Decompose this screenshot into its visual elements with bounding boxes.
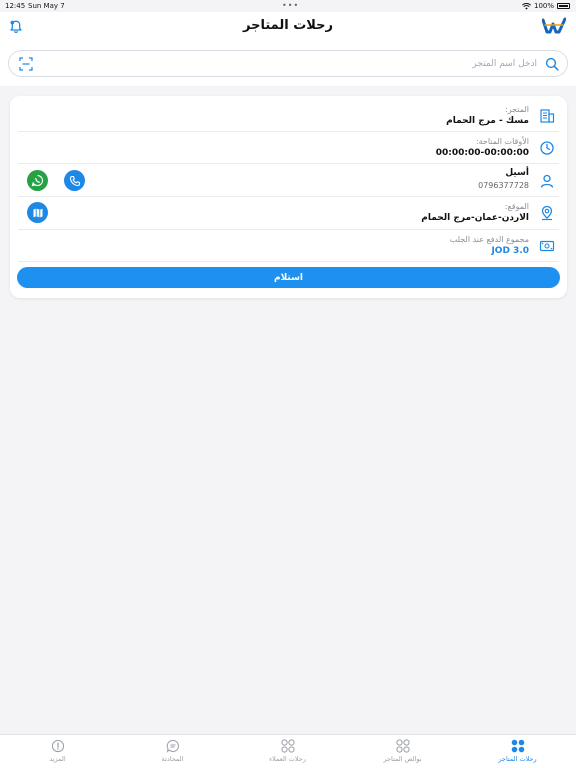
tab-store-bills[interactable]: بوالص المتاجر (345, 738, 460, 766)
search-bar-container (0, 42, 576, 86)
building-icon (540, 109, 555, 123)
times-value: 00:00:00-00:00:00 (435, 148, 529, 158)
payment-row: مجموع الدفع عند الجلب JOD 3.0 (18, 230, 559, 262)
multitask-dots-icon[interactable]: ••• (282, 1, 299, 10)
tab-label: رحلات العملاء (269, 755, 306, 763)
status-date: Sun May 7 (28, 2, 65, 10)
receive-button[interactable]: استلام (17, 267, 560, 288)
contact-row: أسيل 0796377728 (18, 164, 559, 197)
map-icon (33, 208, 42, 217)
status-bar: 12:45 Sun May 7 ••• 100% (0, 0, 576, 12)
tab-chat[interactable]: المحادثة (115, 738, 230, 766)
tab-more[interactable]: المزيد (0, 738, 115, 766)
user-icon (540, 174, 554, 188)
tab-store-trips[interactable]: رحلات المتاجر (460, 738, 575, 766)
tab-label: المزيد (49, 755, 66, 763)
location-label: الموقع: (504, 202, 529, 211)
contact-phone: 0796377728 (478, 181, 529, 190)
status-time: 12:45 (5, 2, 26, 10)
app-header: رحلات المتاجر (0, 12, 576, 42)
chat-icon (166, 740, 179, 753)
store-row: المتجر: مسك - مرج الحمام (18, 100, 559, 132)
tab-customer-trips[interactable]: رحلات العملاء (230, 738, 345, 766)
bottom-tab-bar: رحلات المتاجر بوالص المتاجر رحلات العملا… (0, 734, 576, 768)
grid-circles-icon (280, 739, 295, 753)
store-label: المتجر: (505, 105, 529, 114)
page-title: رحلات المتاجر (242, 18, 333, 33)
payment-label: مجموع الدفع عند الجلب (449, 235, 529, 244)
call-button[interactable] (64, 170, 85, 191)
brand-logo-icon (542, 17, 566, 34)
tab-label: المحادثة (161, 755, 184, 763)
search-icon[interactable] (545, 57, 559, 71)
wifi-icon (522, 2, 531, 10)
store-name: مسك - مرج الحمام (446, 116, 529, 126)
times-row: الأوقات المتاحة: 00:00:00-00:00:00 (18, 132, 559, 164)
payment-amount: JOD 3.0 (491, 246, 529, 256)
whatsapp-icon (31, 174, 44, 187)
grid-dots-icon (511, 739, 524, 753)
info-icon (51, 739, 64, 753)
phone-icon (69, 175, 80, 186)
barcode-scan-icon[interactable] (19, 57, 33, 71)
tab-label: بوالص المتاجر (383, 755, 422, 763)
tab-label: رحلات المتاجر (498, 755, 537, 763)
clock-icon (540, 141, 554, 155)
battery-percent: 100% (533, 2, 554, 10)
cash-icon (539, 240, 555, 252)
search-input[interactable] (43, 55, 537, 72)
location-row: الموقع: الاردن-عمان-مرج الحمام (18, 197, 559, 230)
contact-name: أسيل (505, 168, 529, 178)
battery-icon (557, 3, 570, 9)
status-right: 100% (522, 2, 570, 10)
location-value: الاردن-عمان-مرج الحمام (421, 213, 529, 223)
location-pin-icon (541, 205, 553, 221)
search-bar (8, 50, 568, 77)
grid-circles-icon (395, 739, 410, 753)
open-map-button[interactable] (27, 202, 48, 223)
times-label: الأوقات المتاحة: (475, 137, 529, 146)
whatsapp-button[interactable] (27, 170, 48, 191)
trip-card: المتجر: مسك - مرج الحمام الأوقات المتاحة… (10, 96, 567, 298)
